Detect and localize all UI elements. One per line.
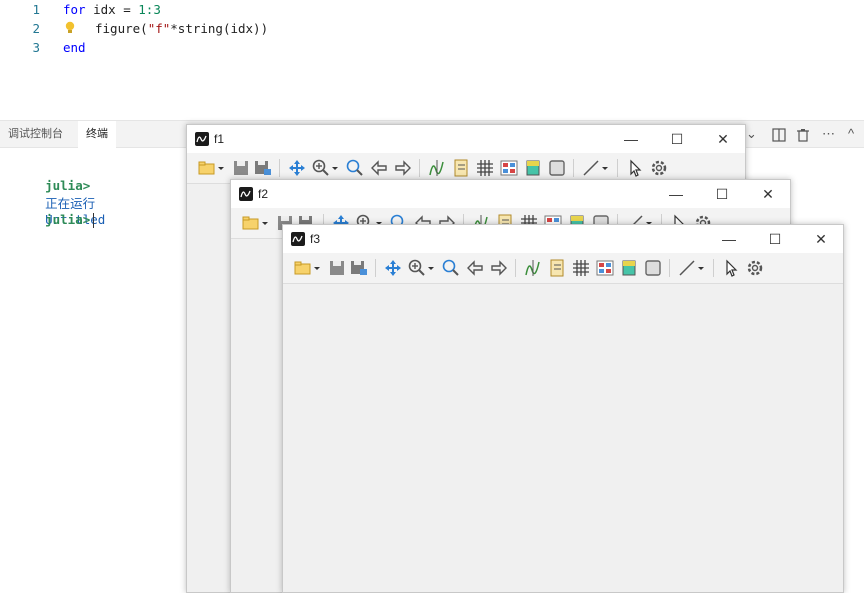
toolbar-separator — [669, 259, 670, 277]
legend-icon[interactable] — [451, 158, 471, 178]
data-cursor-icon[interactable] — [523, 258, 543, 278]
toolbar-separator — [375, 259, 376, 277]
julia-plot-app-icon — [291, 232, 305, 246]
pan-icon[interactable] — [383, 258, 403, 278]
terminal-prompt: julia> — [45, 212, 91, 227]
figure-toolbar — [283, 253, 843, 284]
split-terminal-icon[interactable] — [772, 121, 786, 147]
tab-debug-console[interactable]: 调试控制台 — [0, 121, 71, 147]
window-title: f2 — [258, 187, 269, 201]
range-literal: 1:3 — [138, 2, 161, 17]
dropdown-arrow-icon[interactable] — [313, 258, 321, 278]
open-folder-icon[interactable] — [241, 213, 261, 233]
zoom-in-icon[interactable] — [407, 258, 427, 278]
box-icon[interactable] — [547, 158, 567, 178]
dropdown-arrow-icon[interactable] — [601, 158, 609, 178]
dropdown-arrow-icon[interactable] — [217, 158, 225, 178]
toolbar-separator — [713, 259, 714, 277]
terminal-line-input[interactable]: julia> — [15, 197, 95, 243]
back-arrow-icon[interactable] — [369, 158, 389, 178]
line-tool-icon[interactable] — [677, 258, 697, 278]
toolbar-separator — [573, 159, 574, 177]
toolbar-separator — [515, 259, 516, 277]
code-text: *string(idx)) — [170, 21, 269, 36]
grid-icon[interactable] — [475, 158, 495, 178]
toolbar-separator — [279, 159, 280, 177]
colorbar-icon[interactable] — [619, 258, 639, 278]
toolbar-separator — [419, 159, 420, 177]
save-icon[interactable] — [327, 258, 347, 278]
julia-plot-app-icon — [239, 187, 253, 201]
chevron-down-icon[interactable]: ⌄ — [746, 121, 757, 147]
zoom-in-icon[interactable] — [311, 158, 331, 178]
forward-arrow-icon[interactable] — [393, 158, 413, 178]
keyword-for: for — [63, 2, 86, 17]
dropdown-arrow-icon[interactable] — [427, 258, 435, 278]
more-actions-icon[interactable]: ⋯ — [822, 121, 835, 147]
tab-terminal[interactable]: 终端 — [78, 121, 116, 148]
trash-icon[interactable] — [797, 121, 809, 147]
minimize-icon[interactable]: — — [609, 127, 653, 151]
open-folder-icon[interactable] — [197, 158, 217, 178]
subplot-icon[interactable] — [499, 158, 519, 178]
dropdown-arrow-icon[interactable] — [331, 158, 339, 178]
code-editor[interactable]: 1 for idx = 1:3 2 figure("f"*string(idx)… — [0, 0, 864, 120]
window-title: f3 — [310, 232, 321, 246]
chevron-up-icon[interactable]: ^ — [848, 121, 854, 147]
select-pointer-icon[interactable] — [721, 258, 741, 278]
maximize-icon[interactable]: ☐ — [655, 127, 699, 151]
settings-gear-icon[interactable] — [745, 258, 765, 278]
julia-plot-app-icon — [195, 132, 209, 146]
string-literal: "f" — [147, 21, 171, 36]
grid-icon[interactable] — [571, 258, 591, 278]
terminal-prompt: julia> — [45, 178, 91, 193]
data-cursor-icon[interactable] — [427, 158, 447, 178]
maximize-icon[interactable]: ☐ — [753, 227, 797, 251]
line-number: 2 — [32, 21, 40, 36]
settings-gear-icon[interactable] — [649, 158, 669, 178]
open-folder-icon[interactable] — [293, 258, 313, 278]
subplot-icon[interactable] — [595, 258, 615, 278]
lightbulb-icon[interactable] — [65, 21, 75, 35]
code-text: idx = — [85, 2, 139, 17]
close-icon[interactable]: ✕ — [746, 182, 790, 206]
minimize-icon[interactable]: — — [654, 182, 698, 206]
window-titlebar[interactable]: f3 — ☐ ✕ — [283, 225, 843, 253]
select-pointer-icon[interactable] — [625, 158, 645, 178]
forward-arrow-icon[interactable] — [489, 258, 509, 278]
pan-icon[interactable] — [287, 158, 307, 178]
line-number: 1 — [32, 2, 40, 17]
box-icon[interactable] — [643, 258, 663, 278]
figure-canvas[interactable] — [283, 284, 843, 592]
dropdown-arrow-icon[interactable] — [261, 213, 269, 233]
dropdown-arrow-icon[interactable] — [697, 258, 705, 278]
window-title: f1 — [214, 132, 225, 146]
window-titlebar[interactable]: f1 — ☐ ✕ — [187, 125, 745, 153]
legend-icon[interactable] — [547, 258, 567, 278]
back-arrow-icon[interactable] — [465, 258, 485, 278]
figure-window-f3[interactable]: f3 — ☐ ✕ — [282, 224, 844, 593]
keyword-end: end — [63, 40, 86, 55]
close-icon[interactable]: ✕ — [799, 227, 843, 251]
text-cursor — [93, 213, 95, 228]
save-icon[interactable] — [231, 158, 251, 178]
code-text: figure( — [95, 21, 148, 36]
line-tool-icon[interactable] — [581, 158, 601, 178]
zoom-fit-icon[interactable] — [441, 258, 461, 278]
maximize-icon[interactable]: ☐ — [700, 182, 744, 206]
window-titlebar[interactable]: f2 — ☐ ✕ — [231, 180, 790, 208]
toolbar-separator — [617, 159, 618, 177]
minimize-icon[interactable]: — — [707, 227, 751, 251]
colorbar-icon[interactable] — [523, 158, 543, 178]
save-as-icon[interactable] — [349, 258, 369, 278]
zoom-fit-icon[interactable] — [345, 158, 365, 178]
close-icon[interactable]: ✕ — [701, 127, 745, 151]
save-as-icon[interactable] — [253, 158, 273, 178]
line-number: 3 — [32, 40, 40, 55]
